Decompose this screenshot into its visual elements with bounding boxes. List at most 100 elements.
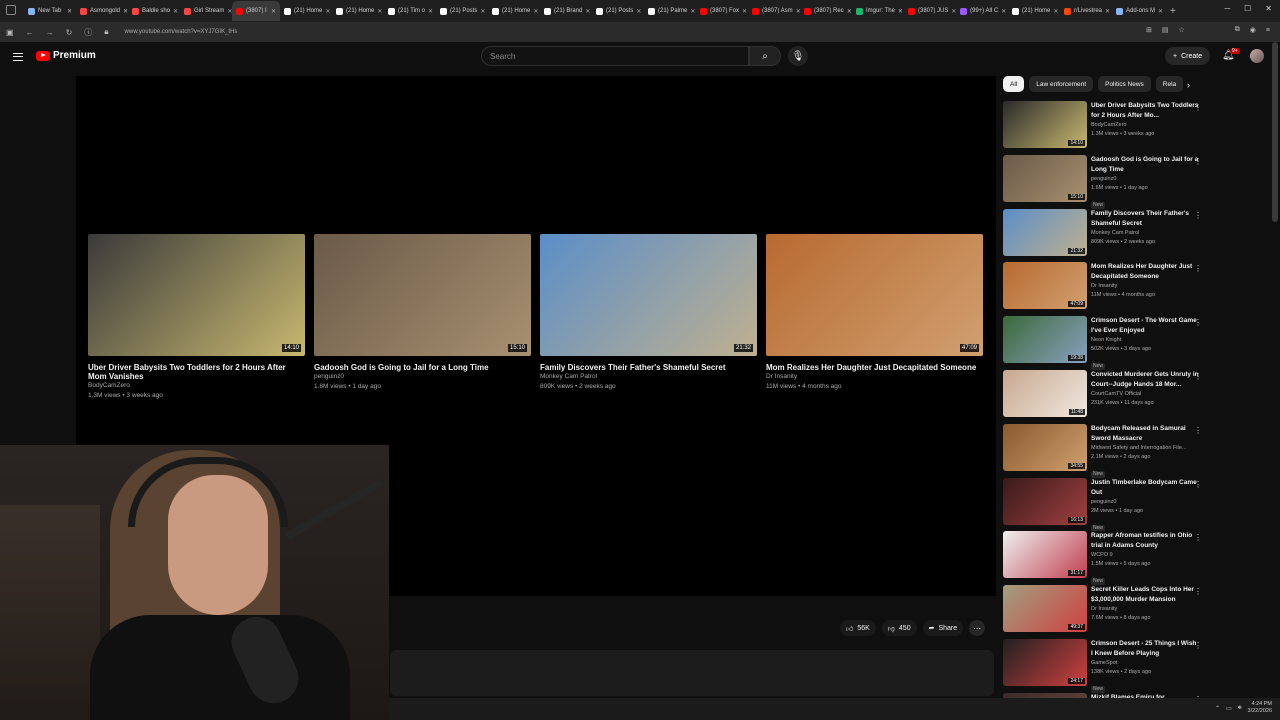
- browser-tab[interactable]: Add-ons M ✕: [1112, 1, 1164, 21]
- search-input[interactable]: Search: [481, 46, 749, 66]
- profile-icon[interactable]: ◉: [1250, 26, 1256, 34]
- sidebar-video[interactable]: 31:17 Rapper Afroman testifies in Ohio tr…: [1003, 531, 1208, 586]
- search-button[interactable]: ⌕: [749, 46, 781, 66]
- tab-close-icon[interactable]: ✕: [1001, 8, 1006, 15]
- workspaces-icon[interactable]: [6, 5, 16, 15]
- sidebar-video-title[interactable]: Crimson Desert - The Worst Game I've Eve…: [1091, 316, 1199, 336]
- sidebar-thumbnail[interactable]: 11:48: [1003, 369, 1087, 417]
- sidebar-thumbnail[interactable]: 19:38: [1003, 316, 1087, 364]
- browser-tab[interactable]: Baldie sho ✕: [128, 1, 180, 21]
- sidebar-thumbnail[interactable]: 16:13: [1003, 477, 1087, 525]
- sidebar-video-title[interactable]: Crimson Desert - 25 Things I Wish I Knew…: [1091, 639, 1199, 659]
- kebab-menu-icon[interactable]: ⋮: [1194, 587, 1202, 596]
- end-screen-channel[interactable]: Monkey Cam Patrol: [540, 372, 757, 382]
- maximize-icon[interactable]: ☐: [1244, 4, 1251, 13]
- tab-close-icon[interactable]: ✕: [585, 8, 590, 15]
- close-icon[interactable]: ✕: [1265, 4, 1272, 13]
- browser-tab[interactable]: Imgur: The ✕: [852, 1, 904, 21]
- browser-tab[interactable]: (21) Home ✕: [332, 1, 384, 21]
- clock[interactable]: 4:24 PM 3/22/2026: [1248, 701, 1272, 715]
- sidebar-video-channel[interactable]: Monkey Cam Patrol: [1091, 229, 1199, 238]
- sidebar-thumbnail[interactable]: 34:55: [1003, 423, 1087, 471]
- sidebar-video-channel[interactable]: Neon Knight: [1091, 336, 1199, 345]
- description-box[interactable]: [390, 650, 994, 696]
- end-screen-title[interactable]: Family Discovers Their Father's Shameful…: [540, 363, 757, 372]
- sidebar-video-title[interactable]: Uber Driver Babysits Two Toddlers for 2 …: [1091, 101, 1199, 121]
- reader-icon[interactable]: ▤: [1162, 26, 1169, 34]
- sidebar-video-title[interactable]: Justin Timberlake Bodycam Came Out: [1091, 478, 1199, 498]
- tab-close-icon[interactable]: ✕: [173, 8, 178, 15]
- end-screen-card[interactable]: 21:32 Family Discovers Their Father's Sha…: [540, 234, 757, 401]
- sidebar-video-title[interactable]: Rapper Afroman testifies in Ohio trial i…: [1091, 531, 1199, 551]
- browser-tab[interactable]: (21) Palme ✕: [644, 1, 696, 21]
- kebab-menu-icon[interactable]: ⋮: [1194, 264, 1202, 273]
- kebab-menu-icon[interactable]: ⋮: [1194, 641, 1202, 650]
- kebab-menu-icon[interactable]: ⋮: [1194, 157, 1202, 166]
- chevron-right-icon[interactable]: ›: [1187, 80, 1190, 90]
- tab-close-icon[interactable]: ✕: [325, 8, 330, 15]
- kebab-menu-icon[interactable]: ⋮: [1194, 372, 1202, 381]
- end-screen-card[interactable]: 47:09 Mom Realizes Her Daughter Just Deca…: [766, 234, 983, 401]
- tab-close-icon[interactable]: ✕: [847, 8, 852, 15]
- tab-close-icon[interactable]: ✕: [1105, 8, 1110, 15]
- end-screen-title[interactable]: Mom Realizes Her Daughter Just Decapitat…: [766, 363, 983, 372]
- sidebar-thumbnail[interactable]: 24:17: [1003, 638, 1087, 686]
- youtube-premium-logo[interactable]: Premium: [36, 50, 96, 61]
- new-tab-button[interactable]: +: [1170, 6, 1176, 17]
- sidebar-video[interactable]: 14:10 Uber Driver Babysits Two Toddlers f…: [1003, 101, 1208, 155]
- menu-icon[interactable]: ≡: [1266, 27, 1270, 34]
- account-avatar[interactable]: [1250, 49, 1264, 63]
- filter-chip[interactable]: Law enforcement: [1029, 76, 1094, 92]
- hamburger-menu-icon[interactable]: [13, 53, 23, 61]
- end-screen-channel[interactable]: Dr Insanity: [766, 372, 983, 382]
- browser-tab[interactable]: Asmongold ✕: [76, 1, 128, 21]
- sidebar-video[interactable]: 49:37 Secret Killer Leads Cops Into Her $…: [1003, 585, 1208, 639]
- sidebar-thumbnail[interactable]: 21:32: [1003, 208, 1087, 256]
- sidebar-video-channel[interactable]: penguinz0: [1091, 175, 1199, 184]
- end-screen-card[interactable]: 14:10 Uber Driver Babysits Two Toddlers f…: [88, 234, 305, 401]
- page-scrollbar[interactable]: [1272, 42, 1278, 222]
- tab-close-icon[interactable]: ✕: [742, 8, 747, 15]
- tab-close-icon[interactable]: ✕: [377, 8, 382, 15]
- create-button[interactable]: + Create: [1165, 47, 1211, 65]
- sidebar-video-channel[interactable]: Midwest Safety and Interrogation File...: [1091, 444, 1199, 453]
- sidebar-video-title[interactable]: Mom Realizes Her Daughter Just Decapitat…: [1091, 262, 1199, 282]
- more-actions-button[interactable]: ⋯: [969, 620, 986, 636]
- browser-tab[interactable]: (21) Brand ✕: [540, 1, 592, 21]
- sidebar-video-title[interactable]: Bodycam Released in Samurai Sword Massac…: [1091, 424, 1199, 444]
- sidebar-video[interactable]: 11:48 Convicted Murderer Gets Unruly in C…: [1003, 369, 1208, 424]
- end-screen-card[interactable]: 15:10 Gadoosh God is Going to Jail for a …: [314, 234, 531, 401]
- sidebar-video-title[interactable]: Family Discovers Their Father's Shameful…: [1091, 209, 1199, 229]
- browser-tab[interactable]: (21) Home ✕: [1008, 1, 1060, 21]
- browser-tab[interactable]: (21) Tim o ✕: [384, 1, 436, 21]
- sidebar-video-channel[interactable]: Dr Insanity: [1091, 605, 1199, 614]
- sidebar-video-channel[interactable]: Dr Insanity: [1091, 282, 1199, 291]
- browser-tab[interactable]: (3807) Asm ✕: [748, 1, 800, 21]
- tab-close-icon[interactable]: ✕: [271, 8, 276, 15]
- browser-tab[interactable]: (21) Home ✕: [488, 1, 540, 21]
- end-screen-title[interactable]: Gadoosh God is Going to Jail for a Long …: [314, 363, 531, 372]
- voice-search-button[interactable]: 🎙︎: [788, 46, 808, 66]
- browser-tab[interactable]: (3807) JUS ✕: [904, 1, 956, 21]
- browser-tab[interactable]: (3807) Rec ✕: [800, 1, 852, 21]
- browser-tab[interactable]: (99+) All C ✕: [956, 1, 1008, 21]
- share-button[interactable]: ➦ Share: [922, 620, 964, 636]
- sidebar-thumbnail[interactable]: 14:10: [1003, 101, 1087, 148]
- back-icon[interactable]: ←: [26, 28, 34, 37]
- sidebar-video-title[interactable]: Secret Killer Leads Cops Into Her $3,000…: [1091, 585, 1199, 605]
- sidebar-video[interactable]: 24:17 Crimson Desert - 25 Things I Wish I…: [1003, 638, 1208, 693]
- sidebar-video-title[interactable]: Convicted Murderer Gets Unruly in Court-…: [1091, 370, 1199, 390]
- url-field[interactable]: www.youtube.com/watch?v=XYJ7GIK_tHs: [125, 29, 238, 35]
- end-screen-title[interactable]: Uber Driver Babysits Two Toddlers for 2 …: [88, 363, 305, 381]
- star-icon[interactable]: ☆: [1179, 26, 1185, 34]
- sidebar-thumbnail[interactable]: 47:09: [1003, 262, 1087, 310]
- tab-close-icon[interactable]: ✕: [67, 8, 72, 15]
- sidebar-video-channel[interactable]: BodyCamZero: [1091, 121, 1199, 130]
- sidebar-video-channel[interactable]: CourtCamTV Official: [1091, 390, 1199, 399]
- dislike-button[interactable]: 👎︎ 450: [881, 620, 917, 636]
- sidebar-video-title[interactable]: Gadoosh God is Going to Jail for a Long …: [1091, 155, 1199, 175]
- kebab-menu-icon[interactable]: ⋮: [1194, 426, 1202, 435]
- kebab-menu-icon[interactable]: ⋮: [1194, 318, 1202, 327]
- filter-chip[interactable]: All: [1003, 76, 1025, 92]
- tab-close-icon[interactable]: ✕: [636, 8, 641, 15]
